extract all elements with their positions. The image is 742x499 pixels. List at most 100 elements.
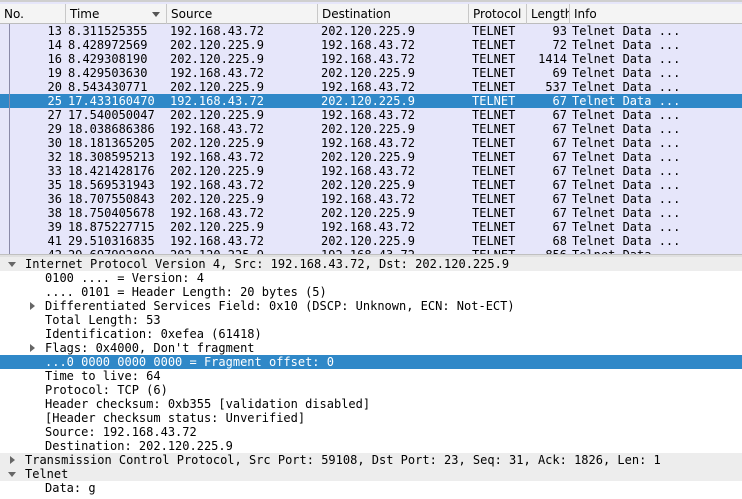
cell-dst: 202.120.225.9 <box>321 94 415 108</box>
column-header-time[interactable]: Time <box>66 4 167 24</box>
cell-time: 8.429503630 <box>68 66 148 80</box>
expand-arrow-right-icon[interactable] <box>30 344 35 352</box>
table-row[interactable]: 13 8.311525355 192.168.43.72 202.120.225.9 T… <box>0 24 742 38</box>
expand-arrow-right-icon[interactable] <box>10 456 15 464</box>
tree-item-label: Transmission Control Protocol, Src Port:… <box>25 453 661 467</box>
cell-info: Telnet Data ... <box>572 52 681 66</box>
cell-len: 67 <box>552 108 567 122</box>
tree-item-protocol[interactable]: Internet Protocol Version 4, Src: 192.16… <box>0 257 742 271</box>
cell-time: 8.311525355 <box>68 24 148 38</box>
tree-item-field[interactable]: Identification: 0xefea (61418) <box>0 327 742 341</box>
sort-descending-icon <box>152 12 160 17</box>
cell-time: 8.429308190 <box>68 52 148 66</box>
tree-item-field[interactable]: 0100 .... = Version: 4 <box>0 271 742 285</box>
tree-item-label: Flags: 0x4000, Don't fragment <box>45 341 255 355</box>
tree-item-field[interactable]: Total Length: 53 <box>0 313 742 327</box>
cell-dst: 192.168.43.72 <box>321 38 415 52</box>
table-row[interactable]: 32 18.308595213 192.168.43.72 202.120.225.9… <box>0 150 742 164</box>
table-row[interactable]: 14 8.428972569 202.120.225.9 192.168.43.72 T… <box>0 38 742 52</box>
table-row-selected[interactable]: 25 17.433160470 192.168.43.72 202.120.225.9… <box>0 94 742 108</box>
tree-item-label: Source: 192.168.43.72 <box>45 425 197 439</box>
column-header-time-label: Time <box>70 7 100 21</box>
cell-dst: 192.168.43.72 <box>321 52 415 66</box>
cell-no: 30 <box>47 136 62 150</box>
table-row[interactable]: 36 18.707550843 202.120.225.9 192.168.43.72… <box>0 192 742 206</box>
tree-item-field[interactable]: .... 0101 = Header Length: 20 bytes (5) <box>0 285 742 299</box>
tree-item-field[interactable]: Header checksum: 0xb355 [validation disa… <box>0 397 742 411</box>
tree-item-label: [Header checksum status: Unverified] <box>45 411 306 425</box>
cell-proto: TELNET <box>472 178 516 192</box>
table-row[interactable]: 35 18.569531943 192.168.43.72 202.120.225.9… <box>0 178 742 192</box>
cell-proto: TELNET <box>472 66 516 80</box>
cell-src: 192.168.43.72 <box>170 150 264 164</box>
cell-src: 192.168.43.72 <box>170 24 264 38</box>
cell-time: 18.308595213 <box>68 150 155 164</box>
table-row[interactable]: 27 17.540050047 202.120.225.9 192.168.43.72… <box>0 108 742 122</box>
tree-item-field[interactable]: Flags: 0x4000, Don't fragment <box>0 341 742 355</box>
cell-src: 202.120.225.9 <box>170 136 264 150</box>
table-row[interactable]: 20 8.543430771 202.120.225.9 192.168.43.72 T… <box>0 80 742 94</box>
column-header-destination[interactable]: Destination <box>318 4 469 24</box>
cell-info: Telnet Data ... <box>572 206 681 220</box>
cell-src: 192.168.43.72 <box>170 66 264 80</box>
cell-dst: 192.168.43.72 <box>321 220 415 234</box>
cell-proto: TELNET <box>472 80 516 94</box>
cell-proto: TELNET <box>472 122 516 136</box>
cell-info: Telnet Data ... <box>572 66 681 80</box>
table-row[interactable]: 29 18.038686386 192.168.43.72 202.120.225.9… <box>0 122 742 136</box>
cell-dst: 202.120.225.9 <box>321 234 415 248</box>
cell-proto: TELNET <box>472 150 516 164</box>
column-header-length[interactable]: Length <box>527 4 570 24</box>
cell-no: 39 <box>47 220 62 234</box>
tree-item-field[interactable]: Protocol: TCP (6) <box>0 383 742 397</box>
cell-proto: TELNET <box>472 192 516 206</box>
cell-proto: TELNET <box>472 220 516 234</box>
table-row[interactable]: 33 18.421428176 202.120.225.9 192.168.43.72… <box>0 164 742 178</box>
packet-details-tree[interactable]: Internet Protocol Version 4, Src: 192.16… <box>0 257 742 499</box>
expand-arrow-right-icon[interactable] <box>30 302 35 310</box>
tree-item-label: 0100 .... = Version: 4 <box>45 271 204 285</box>
cell-dst: 192.168.43.72 <box>321 164 415 178</box>
expand-arrow-down-icon[interactable] <box>8 472 16 477</box>
cell-info: Telnet Data ... <box>572 150 681 164</box>
cell-len: 67 <box>552 136 567 150</box>
cell-proto: TELNET <box>472 38 516 52</box>
column-header-source[interactable]: Source <box>167 4 318 24</box>
cell-len: 68 <box>552 234 567 248</box>
cell-src: 202.120.225.9 <box>170 108 264 122</box>
cell-src: 202.120.225.9 <box>170 220 264 234</box>
packet-list[interactable]: No. Time Source Destination Protocol Len… <box>0 0 742 254</box>
tree-item-field[interactable]: [Header checksum status: Unverified] <box>0 411 742 425</box>
cell-proto: TELNET <box>472 108 516 122</box>
cell-time: 8.543430771 <box>68 80 148 94</box>
tree-item-field[interactable]: Time to live: 64 <box>0 369 742 383</box>
cell-src: 202.120.225.9 <box>170 192 264 206</box>
table-row[interactable]: 41 29.510316835 192.168.43.72 202.120.225.9… <box>0 234 742 248</box>
cell-src: 192.168.43.72 <box>170 122 264 136</box>
cell-no: 27 <box>47 108 62 122</box>
cell-info: Telnet Data ... <box>572 94 681 108</box>
tree-item-label: Identification: 0xefea (61418) <box>45 327 262 341</box>
cell-time: 18.181365205 <box>68 136 155 150</box>
tree-item-field[interactable]: Destination: 202.120.225.9 <box>0 439 742 453</box>
expand-arrow-down-icon[interactable] <box>8 262 16 267</box>
table-row[interactable]: 16 8.429308190 202.120.225.9 192.168.43.72 T… <box>0 52 742 66</box>
cell-no: 14 <box>47 38 62 52</box>
cell-proto: TELNET <box>472 94 516 108</box>
tree-item-protocol[interactable]: Telnet <box>0 467 742 481</box>
table-row[interactable]: 38 18.750405678 192.168.43.72 202.120.225.9… <box>0 206 742 220</box>
table-row[interactable]: 30 18.181365205 202.120.225.9 192.168.43.72… <box>0 136 742 150</box>
cell-proto: TELNET <box>472 52 516 66</box>
tree-item-field[interactable]: Data: g <box>0 481 742 495</box>
tree-item-protocol[interactable]: Transmission Control Protocol, Src Port:… <box>0 453 742 467</box>
tree-item-label: Data: g <box>45 481 96 495</box>
table-row[interactable]: 39 18.875227715 202.120.225.9 192.168.43.72… <box>0 220 742 234</box>
column-header-no[interactable]: No. <box>0 4 66 24</box>
tree-item-field[interactable]: ...0 0000 0000 0000 = Fragment offset: 0 <box>0 355 742 369</box>
cell-len: 67 <box>552 122 567 136</box>
column-header-info[interactable]: Info <box>570 4 742 24</box>
tree-item-field[interactable]: Source: 192.168.43.72 <box>0 425 742 439</box>
table-row[interactable]: 19 8.429503630 192.168.43.72 202.120.225.9 T… <box>0 66 742 80</box>
tree-item-field[interactable]: Differentiated Services Field: 0x10 (DSC… <box>0 299 742 313</box>
column-header-protocol[interactable]: Protocol <box>469 4 527 24</box>
